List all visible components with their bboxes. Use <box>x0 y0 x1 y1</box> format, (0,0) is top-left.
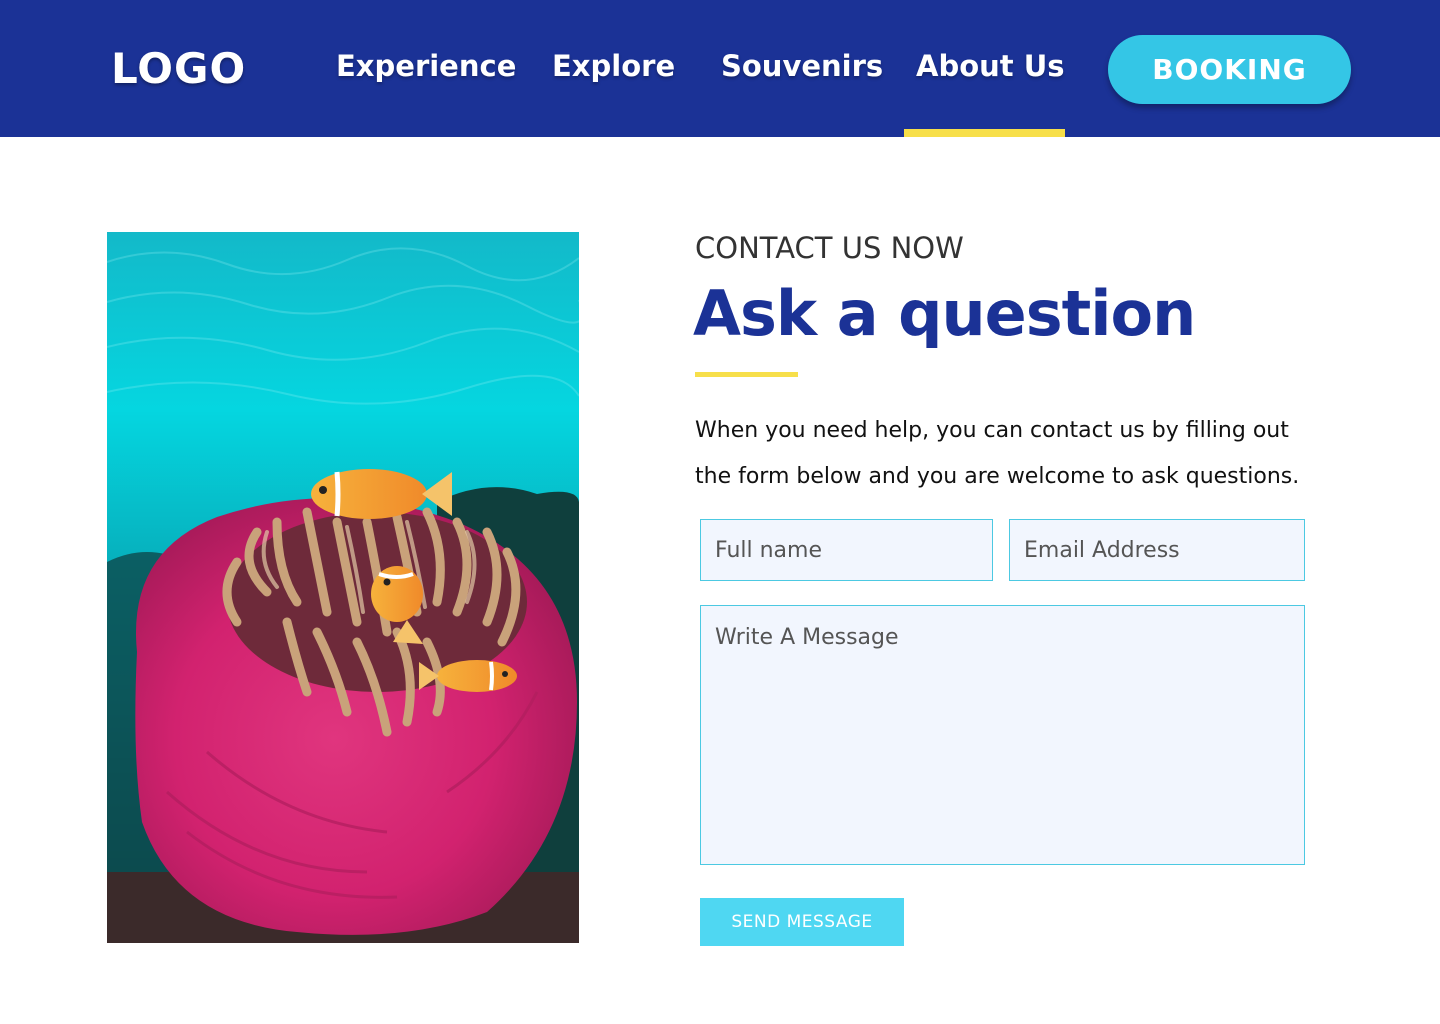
send-message-button[interactable]: SEND MESSAGE <box>700 898 904 946</box>
email-input[interactable] <box>1009 519 1305 581</box>
booking-button[interactable]: BOOKING <box>1108 35 1351 104</box>
nav-item-about-us[interactable]: About Us <box>916 46 1065 86</box>
nav-item-experience[interactable]: Experience <box>336 46 516 86</box>
nav-item-explore[interactable]: Explore <box>552 46 675 86</box>
hero-photo <box>107 232 579 943</box>
page-title: Ask a question <box>693 277 1196 350</box>
title-underline <box>695 372 798 377</box>
intro-text: When you need help, you can contact us b… <box>695 418 1300 489</box>
nav-item-souvenirs[interactable]: Souvenirs <box>721 46 883 86</box>
full-name-input[interactable] <box>700 519 993 581</box>
contact-eyebrow: CONTACT US NOW <box>695 231 964 265</box>
active-nav-indicator <box>904 129 1065 137</box>
logo[interactable]: LOGO <box>111 44 246 94</box>
site-header: LOGO Experience Explore Souvenirs About … <box>0 0 1440 137</box>
anemone-clownfish-image <box>107 232 579 943</box>
message-textarea[interactable] <box>700 605 1305 865</box>
